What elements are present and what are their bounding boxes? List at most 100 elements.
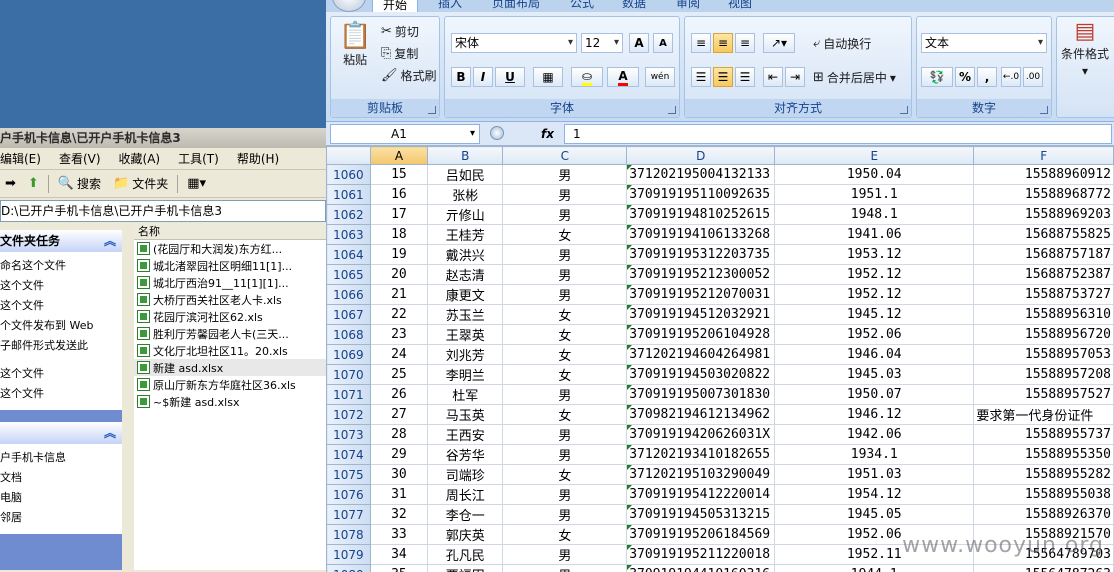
task-publish-web[interactable]: 个文件发布到 Web	[0, 316, 122, 336]
cell-name[interactable]: 王桂芳	[427, 224, 504, 245]
cell-phone[interactable]: 15688755825	[973, 224, 1114, 245]
cell-birth[interactable]: 1934.1	[774, 444, 975, 465]
file-item[interactable]: 花园厅滨河社区62.xls	[134, 308, 326, 325]
cell-gender[interactable]: 女	[502, 404, 628, 425]
file-item[interactable]: (花园厅和大润发)东方红...	[134, 240, 326, 257]
cell-seq[interactable]: 33	[369, 524, 429, 545]
task-print[interactable]: 这个文件	[0, 364, 122, 384]
cell-name[interactable]: 吕如民	[427, 164, 504, 185]
paste-button[interactable]: 📋 粘贴	[339, 23, 371, 68]
tab-view[interactable]: 视图	[728, 0, 752, 11]
cell-birth[interactable]: 1941.06	[774, 224, 975, 245]
menu-edit[interactable]: 编辑(E)	[0, 150, 41, 167]
place-network[interactable]: 邻居	[0, 508, 122, 528]
menu-view[interactable]: 查看(V)	[59, 150, 101, 167]
row-header[interactable]: 1074	[326, 444, 371, 465]
cell-seq[interactable]: 34	[369, 544, 429, 565]
cell-id-number[interactable]: 371202195004132133	[626, 164, 776, 185]
merge-center-button[interactable]: ⊞ 合并后居中 ▾	[813, 69, 896, 86]
folder-tasks-header[interactable]: 文件夹任务 ︽	[0, 230, 122, 252]
cell-phone[interactable]: 15588955038	[973, 484, 1114, 505]
cell-gender[interactable]: 男	[502, 244, 628, 265]
cell-id-number[interactable]: 370919195007301830	[626, 384, 776, 405]
cell-name[interactable]: 刘兆芳	[427, 344, 504, 365]
align-top-button[interactable]: ≡	[691, 33, 711, 53]
cell-phone[interactable]: 15588956720	[973, 324, 1114, 345]
cell-id-number[interactable]: 370919194505313215	[626, 504, 776, 525]
row-header[interactable]: 1075	[326, 464, 371, 485]
cell-seq[interactable]: 35	[369, 564, 429, 572]
row-header[interactable]: 1072	[326, 404, 371, 425]
increase-decimal-button[interactable]: ←.0	[1001, 67, 1021, 87]
cell-seq[interactable]: 24	[369, 344, 429, 365]
row-header[interactable]: 1078	[326, 524, 371, 545]
cell-birth[interactable]: 1951.03	[774, 464, 975, 485]
row-header[interactable]: 1073	[326, 424, 371, 445]
row-header[interactable]: 1065	[326, 264, 371, 285]
cell-phone[interactable]: 15588960912	[973, 164, 1114, 185]
tab-insert[interactable]: 插入	[438, 0, 462, 11]
up-folder-button[interactable]: ⬆	[25, 177, 42, 190]
cell-phone[interactable]: 15588969203	[973, 204, 1114, 225]
number-format-combo[interactable]: 文本	[921, 33, 1047, 53]
name-box[interactable]: A1	[330, 124, 480, 144]
cell-gender[interactable]: 男	[502, 424, 628, 445]
italic-button[interactable]: I	[473, 67, 493, 87]
bold-button[interactable]: B	[451, 67, 471, 87]
cell-seq[interactable]: 28	[369, 424, 429, 445]
task-copy[interactable]: 这个文件	[0, 296, 122, 316]
tab-home[interactable]: 开始	[372, 0, 419, 12]
column-header[interactable]: B	[427, 146, 504, 165]
row-header[interactable]: 1070	[326, 364, 371, 385]
cell-name[interactable]: 马玉英	[427, 404, 504, 425]
cell-seq[interactable]: 29	[369, 444, 429, 465]
column-header[interactable]: E	[774, 146, 975, 165]
cell-name[interactable]: 张彬	[427, 184, 504, 205]
fill-color-button[interactable]: ⛀	[571, 67, 603, 87]
cell-gender[interactable]: 男	[502, 504, 628, 525]
cell-birth[interactable]: 1950.04	[774, 164, 975, 185]
select-all-corner[interactable]	[326, 146, 371, 165]
comma-style-button[interactable]: ,	[977, 67, 997, 87]
orientation-button[interactable]: ↗▾	[763, 33, 795, 53]
accounting-format-button[interactable]: 💱	[921, 67, 953, 87]
cell-name[interactable]: 亓修山	[427, 204, 504, 225]
cell-name[interactable]: 王西安	[427, 424, 504, 445]
file-item[interactable]: 大桥厅西关社区老人卡.xls	[134, 291, 326, 308]
cell-birth[interactable]: 1952.12	[774, 284, 975, 305]
cell-name[interactable]: 司端珍	[427, 464, 504, 485]
cell-phone[interactable]: 15688757187	[973, 244, 1114, 265]
cell-gender[interactable]: 女	[502, 344, 628, 365]
cell-birth[interactable]: 1945.12	[774, 304, 975, 325]
copy-button[interactable]: ⎘ 复制	[381, 45, 418, 62]
file-item[interactable]: 胜利厅芳馨园老人卡(三天...	[134, 325, 326, 342]
tab-data[interactable]: 数据	[622, 0, 646, 11]
conditional-format-button[interactable]: ▤ 条件格式 ▾	[1061, 21, 1109, 79]
cell-seq[interactable]: 25	[369, 364, 429, 385]
column-header[interactable]: D	[626, 146, 776, 165]
cell-birth[interactable]: 1953.12	[774, 244, 975, 265]
cell-phone[interactable]: 15588955737	[973, 424, 1114, 445]
row-header[interactable]: 1079	[326, 544, 371, 565]
file-item[interactable]: 原山厅新东方华庭社区36.xls	[134, 376, 326, 393]
views-button[interactable]: ▦▾	[184, 177, 209, 190]
cell-gender[interactable]: 男	[502, 544, 628, 565]
cell-name[interactable]: 李仓一	[427, 504, 504, 525]
task-move[interactable]: 这个文件	[0, 276, 122, 296]
cell-gender[interactable]: 女	[502, 524, 628, 545]
task-email[interactable]: 子邮件形式发送此	[0, 336, 122, 356]
cell-seq[interactable]: 27	[369, 404, 429, 425]
cell-seq[interactable]: 21	[369, 284, 429, 305]
cell-seq[interactable]: 31	[369, 484, 429, 505]
cell-gender[interactable]: 男	[502, 444, 628, 465]
row-header[interactable]: 1061	[326, 184, 371, 205]
column-header[interactable]: A	[369, 146, 429, 165]
file-item[interactable]: 城北厅西治91__11[1][1]...	[134, 274, 326, 291]
row-header[interactable]: 1080	[326, 564, 371, 572]
file-item[interactable]: ~$新建 asd.xlsx	[134, 393, 326, 410]
cell-seq[interactable]: 19	[369, 244, 429, 265]
percent-button[interactable]: %	[955, 67, 975, 87]
row-header[interactable]: 1071	[326, 384, 371, 405]
cell-birth[interactable]: 1951.1	[774, 184, 975, 205]
cut-button[interactable]: ✂ 剪切	[381, 23, 419, 40]
